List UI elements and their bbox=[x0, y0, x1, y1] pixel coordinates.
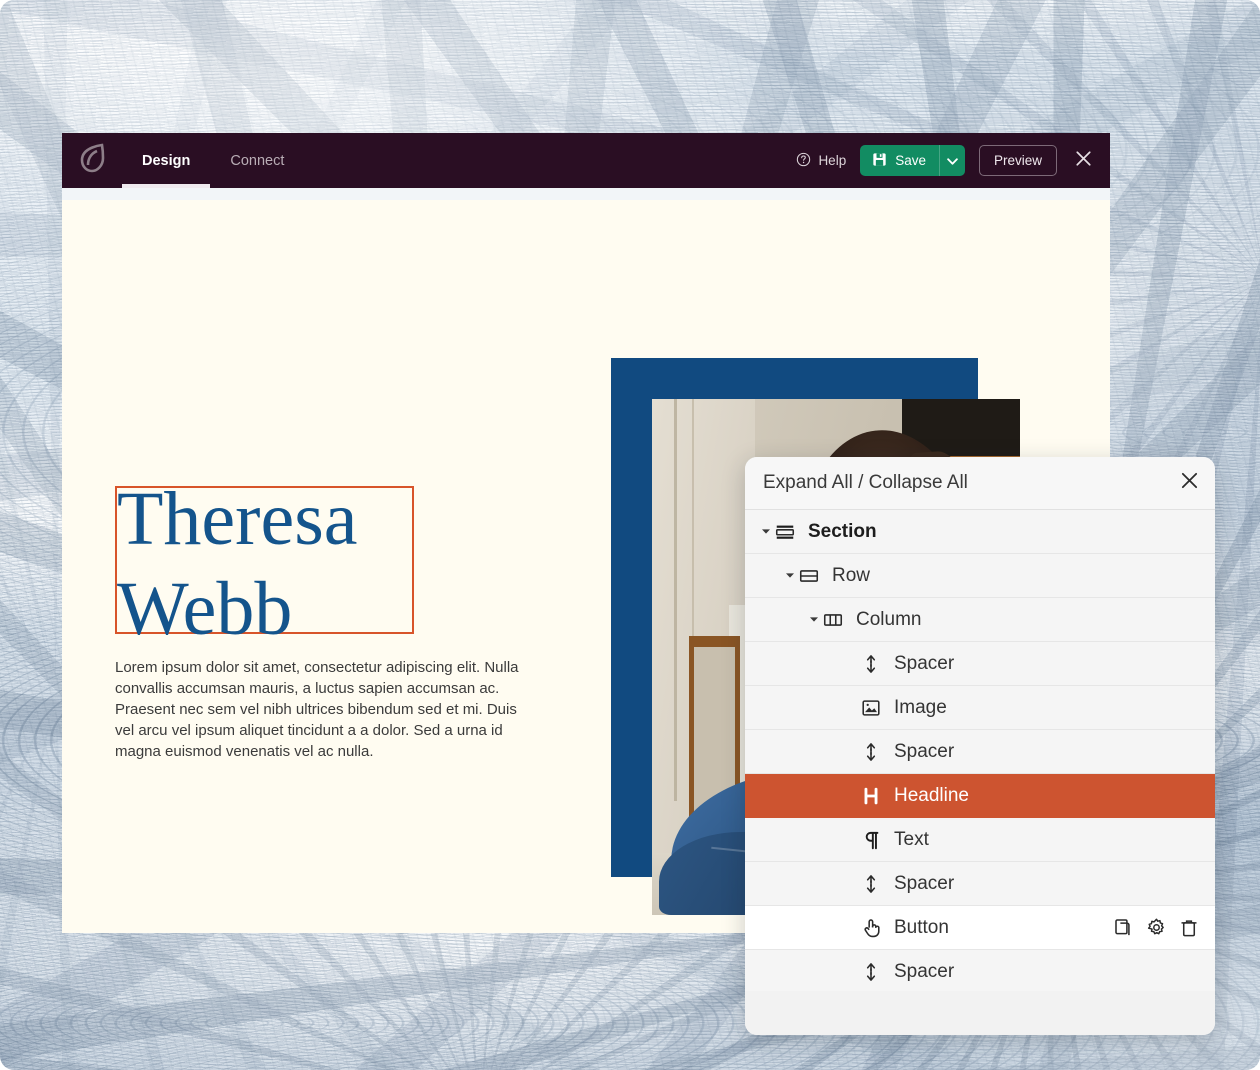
layer-row-column-2[interactable]: Column bbox=[745, 598, 1215, 642]
column-icon bbox=[820, 609, 846, 631]
tab-connect-label: Connect bbox=[230, 152, 285, 169]
caret-spacer bbox=[845, 789, 858, 802]
spacer-icon bbox=[858, 653, 884, 675]
layer-label: Image bbox=[894, 696, 947, 718]
caret-spacer bbox=[845, 657, 858, 670]
layers-panel: Expand All / Collapse All Section Row Colu… bbox=[745, 457, 1215, 1035]
layer-label: Spacer bbox=[894, 652, 955, 674]
layer-row-spacer-8[interactable]: Spacer bbox=[745, 862, 1215, 906]
caret-spacer bbox=[845, 965, 858, 978]
layer-label: Button bbox=[894, 916, 949, 938]
question-circle-icon bbox=[796, 152, 811, 170]
floppy-disk-icon bbox=[872, 152, 887, 170]
save-dropdown-toggle[interactable] bbox=[938, 145, 965, 176]
section-icon bbox=[772, 521, 798, 543]
layer-row-image-4[interactable]: Image bbox=[745, 686, 1215, 730]
tab-design[interactable]: Design bbox=[122, 133, 211, 188]
chevron-down-icon[interactable] bbox=[807, 613, 820, 626]
caret-spacer bbox=[845, 877, 858, 890]
preview-button[interactable]: Preview bbox=[978, 145, 1057, 176]
layer-label: Headline bbox=[894, 784, 969, 806]
caret-spacer bbox=[845, 833, 858, 846]
chevron-down-icon[interactable] bbox=[759, 525, 772, 538]
layer-row-spacer-10[interactable]: Spacer bbox=[745, 950, 1215, 991]
settings-gear-icon[interactable] bbox=[1146, 917, 1167, 938]
layer-row-actions bbox=[1114, 917, 1215, 938]
layer-label: Column bbox=[856, 608, 922, 630]
duplicate-icon[interactable] bbox=[1114, 918, 1134, 938]
layer-row-text-7[interactable]: Text bbox=[745, 818, 1215, 862]
spacer-icon bbox=[858, 873, 884, 895]
headline-selection-outline[interactable]: Theresa Webb bbox=[115, 477, 414, 651]
expand-collapse-all-label[interactable]: Expand All / Collapse All bbox=[763, 472, 968, 494]
layer-row-headline-6[interactable]: Headline bbox=[745, 774, 1215, 818]
builder-toolbar: Design Connect Help Save Preview bbox=[62, 133, 1110, 188]
help-button[interactable]: Help bbox=[796, 152, 846, 170]
caret-spacer bbox=[845, 701, 858, 714]
layer-label: Spacer bbox=[894, 740, 955, 762]
close-icon bbox=[1180, 471, 1199, 495]
layer-row-row-1[interactable]: Row bbox=[745, 554, 1215, 598]
layers-tree: Section Row Column Spacer Image Spacer Headlin… bbox=[745, 510, 1215, 991]
layers-panel-close-button[interactable] bbox=[1180, 471, 1199, 495]
layer-row-spacer-5[interactable]: Spacer bbox=[745, 730, 1215, 774]
save-button[interactable]: Save bbox=[860, 145, 939, 176]
caret-spacer bbox=[845, 745, 858, 758]
layer-row-section-0[interactable]: Section bbox=[745, 510, 1215, 554]
layers-panel-header: Expand All / Collapse All bbox=[745, 457, 1215, 510]
image-icon bbox=[858, 697, 884, 719]
save-button-group[interactable]: Save bbox=[860, 145, 965, 176]
toolbar-actions: Help Save Preview bbox=[796, 145, 1110, 176]
chevron-down-icon bbox=[947, 152, 958, 170]
layers-panel-footer bbox=[745, 991, 1215, 1035]
toolbar-underbar bbox=[62, 188, 1110, 200]
layer-label: Spacer bbox=[894, 960, 955, 982]
logo-container[interactable] bbox=[62, 143, 122, 178]
text-icon bbox=[858, 829, 884, 851]
layer-row-button-9[interactable]: Button bbox=[745, 906, 1215, 950]
tab-connect[interactable]: Connect bbox=[210, 133, 304, 188]
layer-row-spacer-3[interactable]: Spacer bbox=[745, 642, 1215, 686]
page-headline[interactable]: Theresa Webb bbox=[117, 474, 457, 654]
spacer-icon bbox=[858, 961, 884, 983]
toolbar-tabs: Design Connect bbox=[122, 133, 304, 188]
layer-label: Section bbox=[808, 520, 877, 542]
close-icon bbox=[1075, 150, 1092, 172]
layer-label: Text bbox=[894, 828, 929, 850]
preview-label: Preview bbox=[993, 153, 1042, 168]
leaf-logo-icon bbox=[79, 143, 106, 178]
caret-spacer bbox=[845, 921, 858, 934]
layer-label: Row bbox=[832, 564, 871, 586]
button-icon bbox=[858, 917, 884, 939]
save-label: Save bbox=[895, 153, 926, 168]
help-label: Help bbox=[818, 153, 847, 168]
layer-label: Spacer bbox=[894, 872, 955, 894]
close-builder-button[interactable] bbox=[1071, 146, 1096, 176]
page-body-text[interactable]: Lorem ipsum dolor sit amet, consectetur … bbox=[115, 657, 527, 762]
row-icon bbox=[796, 565, 822, 587]
headline-icon bbox=[858, 785, 884, 807]
chevron-down-icon[interactable] bbox=[783, 569, 796, 582]
spacer-icon bbox=[858, 741, 884, 763]
tab-design-label: Design bbox=[142, 152, 191, 169]
delete-trash-icon[interactable] bbox=[1179, 918, 1199, 938]
